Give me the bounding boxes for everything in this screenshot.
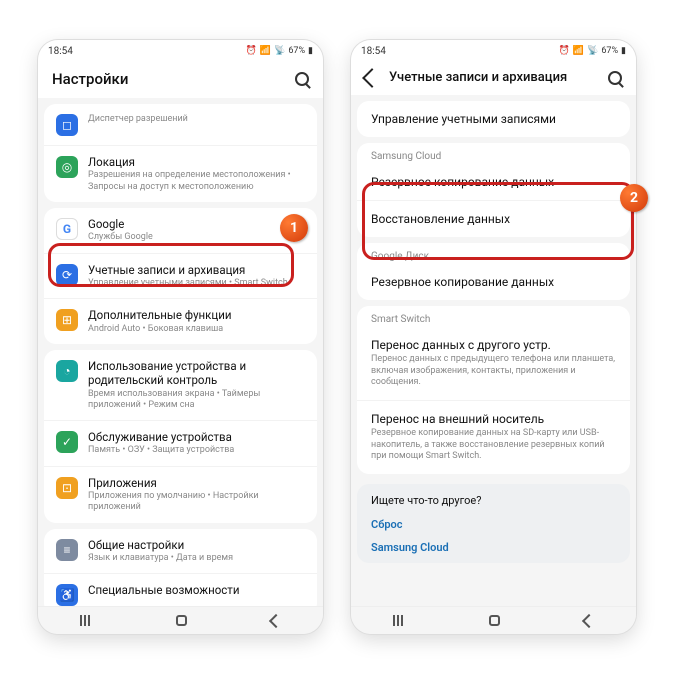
status-bar: 18:54 ⏰📶📡67%▮	[351, 40, 636, 62]
nav-home-icon[interactable]	[176, 615, 187, 626]
nav-bar	[351, 606, 636, 634]
phone-right: 18:54 ⏰📶📡67%▮ Учетные записи и архивация…	[351, 40, 636, 634]
accounts-header: Учетные записи и архивация	[351, 62, 636, 95]
howto-title: Ищете что-то другое?	[371, 494, 616, 507]
back-icon[interactable]	[362, 68, 382, 88]
list-item[interactable]: ⊞ Дополнительные функции Android Auto • …	[44, 298, 317, 344]
google-icon: G	[56, 218, 78, 240]
page-title: Настройки	[52, 70, 285, 88]
a11y-icon: ♿	[56, 584, 78, 606]
accounts-backup-item[interactable]: ⟳ Учетные записи и архивация Управление …	[44, 253, 317, 299]
phone-left: 18:54 ⏰📶📡67%▮ Настройки ◻ Диспетчер разр…	[38, 40, 323, 634]
permissions-icon: ◻	[56, 114, 78, 136]
general-icon: ≡	[56, 539, 78, 561]
list-item[interactable]: ⊡ Приложения Приложения по умолчанию • Н…	[44, 466, 317, 523]
list-item[interactable]: G Google Службы Google	[44, 208, 317, 253]
status-time: 18:54	[361, 46, 386, 57]
location-icon: ◎	[56, 156, 78, 178]
wellbeing-icon: ◔	[56, 360, 78, 382]
list-item[interactable]: ◎ Локация Разрешения на определение мест…	[44, 145, 317, 202]
list-item[interactable]: ♿ Специальные возможности	[44, 573, 317, 606]
list-item[interactable]: ≡ Общие настройки Язык и клавиатура • Да…	[44, 529, 317, 574]
manage-accounts-item[interactable]: Управление учетными записями	[357, 101, 630, 137]
nav-recent-icon[interactable]	[393, 615, 405, 626]
search-icon[interactable]	[295, 72, 309, 86]
section-label: Samsung Cloud	[357, 143, 630, 164]
care-icon: ✓	[56, 431, 78, 453]
status-time: 18:54	[48, 46, 73, 57]
list-item[interactable]: ◔ Использование устройства и родительски…	[44, 350, 317, 420]
list-item[interactable]: ✓ Обслуживание устройства Память • ОЗУ •…	[44, 420, 317, 466]
section-label: Smart Switch	[357, 306, 630, 327]
apps-icon: ⊡	[56, 477, 78, 499]
settings-header: Настройки	[38, 62, 323, 98]
backup-item[interactable]: Резервное копирование данных	[357, 264, 630, 300]
howto-card: Ищете что-то другое? Сброс Samsung Cloud	[357, 484, 630, 563]
status-bar: 18:54 ⏰📶📡67%▮	[38, 40, 323, 62]
backup-item[interactable]: Резервное копирование данных	[357, 164, 630, 200]
status-icons: ⏰📶📡67%▮	[559, 46, 626, 56]
nav-home-icon[interactable]	[489, 615, 500, 626]
restore-item[interactable]: Восстановление данных	[357, 200, 630, 237]
external-item[interactable]: Перенос на внешний носитель Резервное ко…	[357, 400, 630, 474]
samsung-cloud-link[interactable]: Samsung Cloud	[371, 536, 616, 559]
advanced-icon: ⊞	[56, 309, 78, 331]
nav-recent-icon[interactable]	[80, 615, 92, 626]
nav-bar	[38, 606, 323, 634]
nav-back-icon[interactable]	[582, 613, 596, 627]
reset-link[interactable]: Сброс	[371, 513, 616, 536]
settings-list[interactable]: ◻ Диспетчер разрешений ◎ Локация Разреше…	[38, 98, 323, 606]
section-label: Google Диск	[357, 243, 630, 264]
accounts-icon: ⟳	[56, 264, 78, 286]
page-title: Учетные записи и архивация	[389, 70, 598, 85]
status-icons: ⏰📶📡67%▮	[246, 46, 313, 56]
nav-back-icon[interactable]	[269, 613, 283, 627]
accounts-list[interactable]: Управление учетными записями Samsung Clo…	[351, 95, 636, 606]
list-item[interactable]: ◻ Диспетчер разрешений	[44, 104, 317, 145]
transfer-item[interactable]: Перенос данных с другого устр. Перенос д…	[357, 327, 630, 400]
search-icon[interactable]	[608, 71, 622, 85]
